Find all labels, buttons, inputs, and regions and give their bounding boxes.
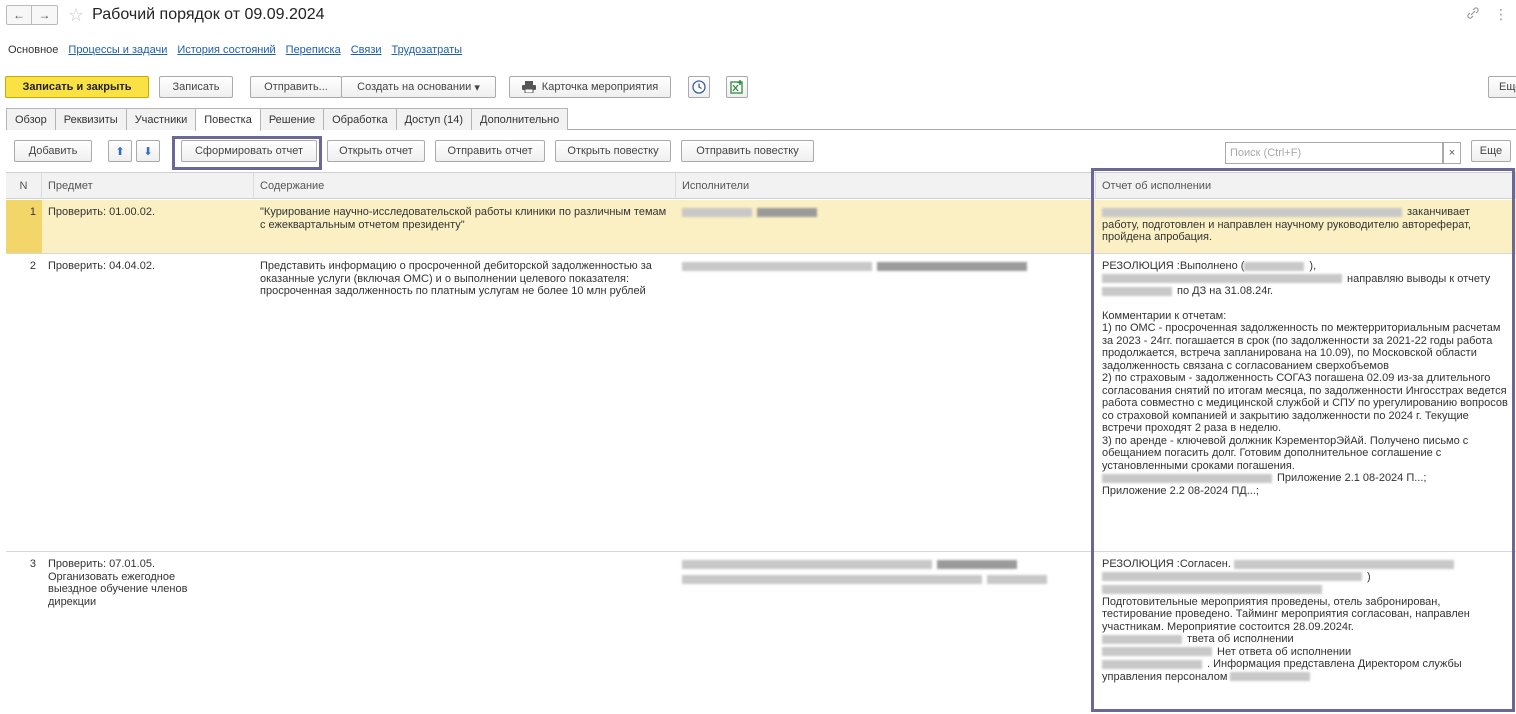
section-history[interactable]: История состояний <box>177 44 275 56</box>
move-up-button[interactable]: ⬆ <box>108 140 132 162</box>
clock-icon <box>692 80 706 94</box>
column-header-subject[interactable]: Предмет <box>42 173 254 199</box>
row-subject: Проверить: 04.04.02. <box>48 260 155 272</box>
row-executors <box>676 254 1096 551</box>
history-button[interactable] <box>688 76 710 98</box>
tab-access[interactable]: Доступ (14) <box>395 108 473 130</box>
save-close-button[interactable]: Записать и закрыть <box>5 76 149 98</box>
tab-decision[interactable]: Решение <box>259 108 325 130</box>
column-header-content[interactable]: Содержание <box>254 173 676 199</box>
main-toolbar: Записать и закрыть Записать Отправить...… <box>0 76 1516 100</box>
redacted-text <box>682 575 982 585</box>
page-title: Рабочий порядок от 09.09.2024 <box>92 6 325 23</box>
redacted-text <box>987 575 1047 585</box>
chevron-down-icon: ▾ <box>474 81 480 94</box>
tab-agenda[interactable]: Повестка <box>195 108 261 131</box>
section-links[interactable]: Связи <box>351 44 382 56</box>
forward-button[interactable]: → <box>32 5 58 25</box>
row-number: 3 <box>29 558 36 570</box>
row-executors <box>676 200 1096 253</box>
report-column-highlight <box>1091 168 1515 712</box>
arrow-right-icon: → <box>38 8 51 22</box>
row-subject: Проверить: 01.00.02. <box>48 206 155 218</box>
column-header-n[interactable]: N <box>6 173 42 199</box>
row-content <box>254 552 676 714</box>
link-icon[interactable] <box>1466 6 1480 20</box>
redacted-text <box>877 261 1027 271</box>
save-button[interactable]: Записать <box>159 76 233 98</box>
create-based-label: Создать на основании <box>357 81 472 93</box>
tab-processing[interactable]: Обработка <box>323 108 397 130</box>
form-tabs: Обзор Реквизиты Участники Повестка Решен… <box>6 108 1516 131</box>
more-button[interactable]: Еще <box>1488 76 1516 98</box>
title-bar: ← → ☆ Рабочий порядок от 09.09.2024 ⋮ <box>0 0 1516 30</box>
more-vertical-icon[interactable]: ⋮ <box>1494 6 1508 23</box>
redacted-text <box>937 559 1017 569</box>
redacted-text <box>682 559 932 569</box>
move-down-button[interactable]: ⬇ <box>136 140 160 162</box>
tab-participants[interactable]: Участники <box>125 108 197 130</box>
add-button[interactable]: Добавить <box>14 140 92 162</box>
row-number: 2 <box>29 260 36 272</box>
row-number: 1 <box>6 200 42 253</box>
column-header-executors[interactable]: Исполнители <box>676 173 1096 199</box>
printer-icon <box>521 81 536 93</box>
event-card-label: Карточка мероприятия <box>541 81 659 93</box>
form-report-highlight <box>172 136 322 170</box>
export-excel-button[interactable] <box>726 76 748 98</box>
arrow-up-icon: ⬆ <box>115 145 125 158</box>
tab-additional[interactable]: Дополнительно <box>471 108 569 130</box>
open-agenda-button[interactable]: Открыть повестку <box>555 140 671 162</box>
section-correspondence[interactable]: Переписка <box>286 44 341 56</box>
row-executors <box>676 552 1096 714</box>
send-agenda-button[interactable]: Отправить повестку <box>681 140 814 162</box>
send-report-button[interactable]: Отправить отчет <box>435 140 545 162</box>
search-clear-button[interactable]: × <box>1443 142 1461 164</box>
event-card-button[interactable]: Карточка мероприятия <box>509 76 671 98</box>
back-button[interactable]: ← <box>6 5 32 25</box>
create-based-button[interactable]: Создать на основании ▾ <box>341 76 496 98</box>
open-report-button[interactable]: Открыть отчет <box>327 140 425 162</box>
search-input[interactable]: Поиск (Ctrl+F) <box>1225 142 1443 164</box>
redacted-text <box>682 261 872 271</box>
favorite-star-icon[interactable]: ☆ <box>68 6 84 24</box>
row-subject: Проверить: 07.01.05. Организовать ежегод… <box>48 558 188 608</box>
arrow-down-icon: ⬇ <box>143 145 153 158</box>
row-content: Представить информацию о просроченной де… <box>260 260 652 297</box>
redacted-text <box>682 207 752 217</box>
row-content: "Курирование научно-исследовательской ра… <box>260 206 667 231</box>
table-more-button[interactable]: Еще <box>1471 140 1511 162</box>
section-nav: Основное Процессы и задачи История состо… <box>0 40 462 60</box>
redacted-text <box>757 207 817 217</box>
section-labor[interactable]: Трудозатраты <box>392 44 463 56</box>
send-button[interactable]: Отправить... <box>250 76 342 98</box>
spreadsheet-icon <box>730 80 743 94</box>
section-main[interactable]: Основное <box>8 44 58 56</box>
tab-overview[interactable]: Обзор <box>6 108 56 130</box>
arrow-left-icon: ← <box>13 8 25 22</box>
tab-requisites[interactable]: Реквизиты <box>54 108 127 130</box>
section-processes[interactable]: Процессы и задачи <box>68 44 167 56</box>
